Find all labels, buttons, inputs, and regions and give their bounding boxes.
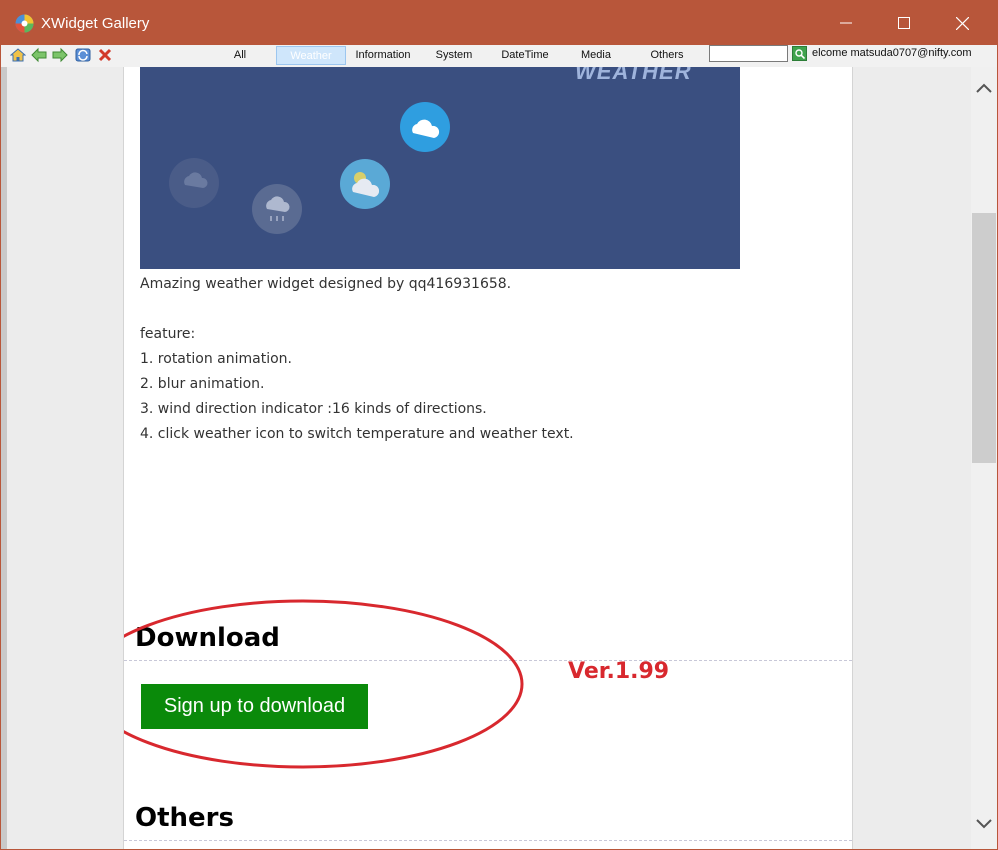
search-button[interactable] <box>792 46 807 61</box>
search-icon <box>794 48 805 59</box>
window-title: XWidget Gallery <box>41 15 150 32</box>
tab-others[interactable]: Others <box>644 46 690 65</box>
scroll-down-arrow-icon[interactable] <box>975 817 993 831</box>
description-line: 1. rotation animation. <box>140 351 292 367</box>
cloud-icon <box>400 102 450 152</box>
description-line: 3. wind direction indicator :16 kinds of… <box>140 401 487 417</box>
description-line <box>140 301 780 326</box>
widget-preview-image: WEATHER <box>140 67 740 269</box>
forward-arrow-icon[interactable] <box>52 47 68 63</box>
widget-detail-page: WEATHER Amazing weather widget designed … <box>123 67 853 849</box>
partly-cloudy-icon <box>340 159 390 209</box>
refresh-icon[interactable] <box>75 47 91 63</box>
maximize-icon <box>898 17 910 29</box>
navigation-toolbar: All Weather Information System DateTime … <box>1 45 997 68</box>
cloud-rain-icon <box>252 184 302 234</box>
tab-all[interactable]: All <box>225 46 255 65</box>
tab-media[interactable]: Media <box>572 46 620 65</box>
close-icon <box>955 16 969 30</box>
close-button[interactable] <box>933 1 991 45</box>
tab-weather[interactable]: Weather <box>276 46 346 65</box>
cloud-rain-icon-faded <box>169 158 219 208</box>
content-viewport[interactable]: WEATHER Amazing weather widget designed … <box>1 67 971 849</box>
sign-up-download-button[interactable]: Sign up to download <box>141 684 368 729</box>
user-welcome-text: elcome matsuda0707@nifty.com <box>812 47 972 59</box>
preview-overlay-word: WEATHER <box>575 67 692 84</box>
back-arrow-icon[interactable] <box>31 47 47 63</box>
download-divider <box>124 660 852 661</box>
tab-information[interactable]: Information <box>350 46 416 65</box>
scroll-up-arrow-icon[interactable] <box>975 81 993 95</box>
search-input[interactable] <box>709 45 788 62</box>
xwidget-logo-icon <box>15 14 34 33</box>
minimize-button[interactable] <box>817 1 875 45</box>
widget-description: Amazing weather widget designed by qq416… <box>140 276 780 451</box>
app-window: XWidget Gallery All Weather Information … <box>0 0 998 850</box>
maximize-button[interactable] <box>875 1 933 45</box>
description-line: 4. click weather icon to switch temperat… <box>140 426 574 442</box>
scrollbar-thumb[interactable] <box>972 213 996 463</box>
home-icon[interactable] <box>10 47 26 63</box>
tab-system[interactable]: System <box>428 46 480 65</box>
vertical-scrollbar[interactable] <box>971 67 997 849</box>
description-line: 2. blur animation. <box>140 376 265 392</box>
download-heading: Download <box>135 623 280 653</box>
title-bar: XWidget Gallery <box>1 1 997 45</box>
others-heading: Others <box>135 803 234 833</box>
minimize-icon <box>840 22 852 24</box>
tab-datetime[interactable]: DateTime <box>497 46 553 65</box>
description-line: Amazing weather widget designed by qq416… <box>140 276 512 292</box>
left-rail <box>1 67 7 849</box>
version-annotation: Ver.1.99 <box>568 659 670 684</box>
stop-icon[interactable] <box>97 47 113 63</box>
others-divider <box>124 840 852 841</box>
description-line: feature: <box>140 326 196 342</box>
